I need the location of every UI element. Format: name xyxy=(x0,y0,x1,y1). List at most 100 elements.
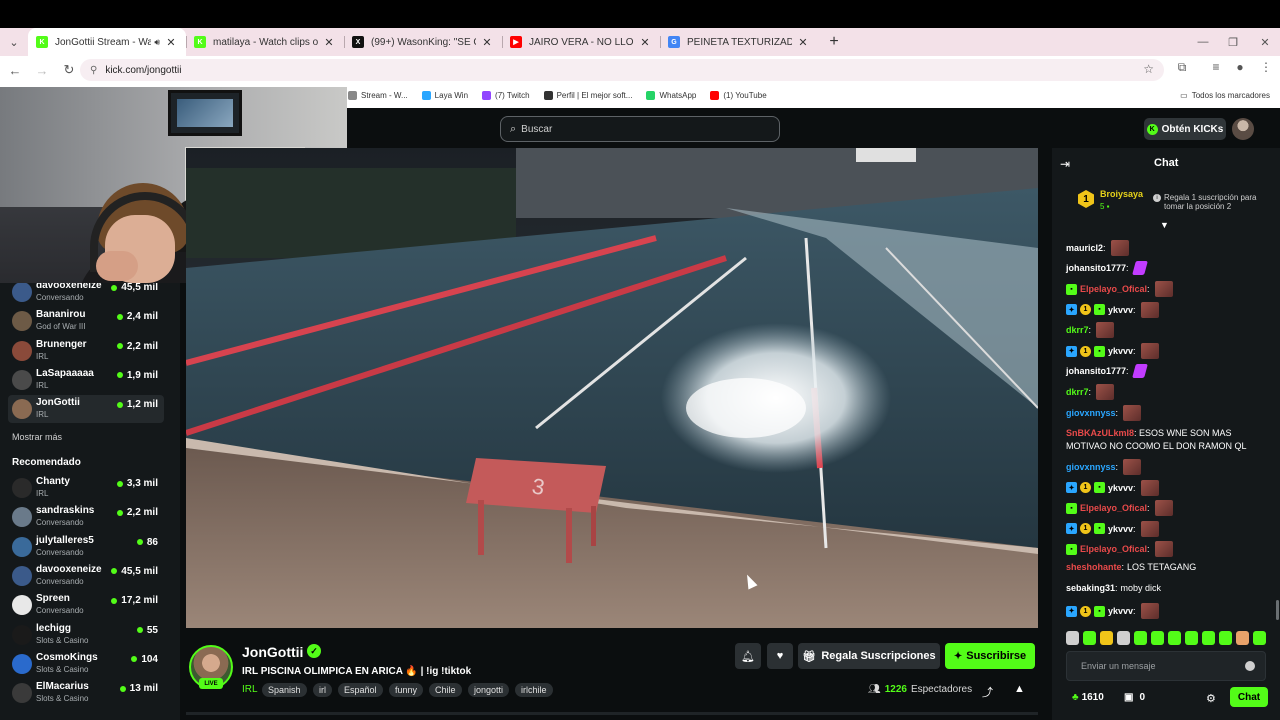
site-info-icon[interactable]: ⚲ xyxy=(90,65,97,76)
quick-emote-icon[interactable] xyxy=(1134,631,1147,645)
media-controls-icon[interactable]: ≡ xyxy=(1206,60,1226,74)
chat-message[interactable]: sheshohante: LOS TETAGANG xyxy=(1066,562,1196,572)
tab-close-icon[interactable]: ✕ xyxy=(480,36,494,49)
bookmark-item[interactable]: Laya Win xyxy=(421,91,468,100)
chat-message[interactable]: ▪ Elpelayo_Ofical: xyxy=(1066,281,1173,298)
show-more-link[interactable]: Mostrar más xyxy=(12,432,62,442)
quick-emote-icon[interactable] xyxy=(1185,631,1198,645)
expand-chevron-icon[interactable]: ▼ xyxy=(1160,220,1169,230)
bookmark-item[interactable]: Stream - W... xyxy=(348,91,408,100)
window-close-icon[interactable]: ✕ xyxy=(1250,28,1280,56)
chat-username[interactable]: ykvvv xyxy=(1108,524,1133,534)
share-icon[interactable]: ⤴ xyxy=(982,684,993,700)
chat-message[interactable]: giovxnnyss: xyxy=(1066,459,1142,475)
chat-message-input[interactable]: Enviar un mensaje xyxy=(1066,651,1266,681)
collapse-chat-icon[interactable]: ⇥ xyxy=(1060,157,1070,171)
chat-message[interactable]: johansito1777: xyxy=(1066,260,1148,275)
quick-emote-icon[interactable] xyxy=(1168,631,1181,645)
chat-message[interactable]: ▪ Elpelayo_Ofical: xyxy=(1066,500,1173,517)
bookmark-item[interactable]: (7) Twitch xyxy=(482,91,530,100)
browser-menu-icon[interactable]: ⋮ xyxy=(1256,60,1276,74)
chat-message[interactable]: dkrr7: xyxy=(1066,322,1115,339)
chat-message[interactable]: ✦ 1 ▪ ykvvv: xyxy=(1066,479,1159,496)
chat-username[interactable]: johansito1777 xyxy=(1066,263,1126,273)
extensions-icon[interactable]: ⧉ xyxy=(1172,60,1192,75)
chat-message[interactable]: ✦ 1 ▪ ykvvv: xyxy=(1066,343,1159,359)
sidebar-channel[interactable]: Brunenger IRL 2,2 mil xyxy=(8,337,164,365)
all-bookmarks-button[interactable]: ▭ Todos los marcadores xyxy=(1180,91,1270,100)
stream-tag[interactable]: jongotti xyxy=(468,683,510,697)
quick-emote-icon[interactable] xyxy=(1117,631,1130,645)
chat-username[interactable]: giovxnnyss xyxy=(1066,408,1116,418)
quick-emote-icon[interactable] xyxy=(1219,631,1232,645)
tab-close-icon[interactable]: ✕ xyxy=(322,36,336,49)
kicks-balance[interactable]: ♣ 1610 xyxy=(1072,692,1104,703)
sidebar-channel[interactable]: LaSapaaaaa IRL 1,9 mil xyxy=(8,366,164,394)
follow-heart-icon[interactable]: ♥ xyxy=(767,643,793,669)
chat-username[interactable]: dkrr7 xyxy=(1066,387,1089,397)
chat-username[interactable]: johansito1777 xyxy=(1066,366,1126,376)
tab-search-button[interactable]: ⌄ xyxy=(0,28,28,56)
search-input[interactable]: ⌕ Buscar xyxy=(500,116,780,142)
quick-emote-icon[interactable] xyxy=(1151,631,1164,645)
sidebar-channel[interactable]: JonGottii IRL 1,2 mil xyxy=(8,395,164,424)
chat-username[interactable]: mauricl2 xyxy=(1066,243,1103,253)
tab-close-icon[interactable]: ✕ xyxy=(164,36,178,49)
new-tab-button[interactable]: + xyxy=(822,28,846,56)
chat-message[interactable]: ▪ Elpelayo_Ofical: xyxy=(1066,541,1173,558)
quick-emote-icon[interactable] xyxy=(1083,631,1096,645)
browser-tab[interactable]: X (99+) WasonKing: "SE CORTA EL ✕ xyxy=(344,28,502,56)
stream-tag[interactable]: funny xyxy=(389,683,424,697)
gift-subs-button[interactable]: 🎁︎ Regala Suscripciones xyxy=(798,643,940,669)
sidebar-channel[interactable]: lechigg Slots & Casino 55 xyxy=(8,621,164,649)
bookmark-item[interactable]: (1) YouTube xyxy=(710,91,767,100)
browser-tab[interactable]: ▶ JAIRO VERA - NO LLORES - YouTube ✕ xyxy=(502,28,660,56)
browser-tab[interactable]: G PEINETA TEXTURIZADORA - Bu ✕ xyxy=(660,28,818,56)
gifts-balance[interactable]: ▣ 0 xyxy=(1124,692,1145,703)
chat-message[interactable]: ✦ 1 ▪ ykvvv: xyxy=(1066,520,1159,537)
bookmark-item[interactable]: WhatsApp xyxy=(646,91,696,100)
chat-username[interactable]: sheshohante xyxy=(1066,562,1122,572)
sidebar-channel[interactable]: sandraskins Conversando 2,2 mil xyxy=(8,503,164,531)
chat-username[interactable]: ykvvv xyxy=(1108,606,1133,616)
chat-scrollbar[interactable] xyxy=(1276,600,1279,620)
chat-message[interactable]: johansito1777: xyxy=(1066,363,1148,378)
chat-username[interactable]: Elpelayo_Ofical xyxy=(1080,284,1147,294)
sidebar-channel[interactable]: julytalleres5 Conversando 86 xyxy=(8,533,164,561)
report-icon[interactable]: ▲ xyxy=(1014,683,1025,695)
chat-username[interactable]: ykvvv xyxy=(1108,483,1133,493)
emoji-picker-icon[interactable] xyxy=(1245,661,1255,671)
tab-close-icon[interactable]: ✕ xyxy=(796,36,810,49)
browser-tab[interactable]: Kmatilaya - Watch clips on Kick ✕ xyxy=(186,28,344,56)
chat-message[interactable]: mauricl2: xyxy=(1066,240,1129,256)
forward-icon[interactable]: → xyxy=(30,58,54,82)
video-player[interactable]: 3 xyxy=(186,148,1038,628)
chat-message[interactable]: dkrr7: xyxy=(1066,384,1115,401)
tab-close-icon[interactable]: ✕ xyxy=(638,36,652,49)
chat-username[interactable]: Elpelayo_Ofical xyxy=(1080,544,1147,554)
restore-icon[interactable]: ❐ xyxy=(1218,28,1248,56)
chat-username[interactable]: ykvvv xyxy=(1108,305,1133,315)
chat-username[interactable]: sebaking31 xyxy=(1066,583,1115,593)
stream-tag[interactable]: Chile xyxy=(429,683,462,697)
gift-leaderboard[interactable]: 1 Broiysaya 5 ▪ i Regala 1 suscripción p… xyxy=(1066,182,1272,218)
sidebar-channel[interactable]: Chanty IRL 3,3 mil xyxy=(8,474,164,502)
browser-tab[interactable]: K JonGottii Stream - Watch Live🔊︎ ✕ xyxy=(28,28,186,56)
stream-tag[interactable]: Español xyxy=(338,683,383,697)
chat-message[interactable]: giovxnnyss: xyxy=(1066,404,1142,421)
chat-send-button[interactable]: Chat xyxy=(1230,687,1268,707)
tab-audio-icon[interactable]: 🔊︎ xyxy=(154,37,160,48)
chat-message[interactable]: sebaking31: moby dick xyxy=(1066,583,1161,593)
sidebar-channel[interactable]: Bananirou God of War III 2,4 mil xyxy=(8,307,164,335)
streamer-name[interactable]: JonGottii xyxy=(242,644,303,660)
chat-username[interactable]: dkrr7 xyxy=(1066,325,1089,335)
reload-icon[interactable]: ↻ xyxy=(57,58,81,82)
quick-emote-icon[interactable] xyxy=(1100,631,1113,645)
chat-message[interactable]: ✦ 1 ▪ ykvvv: xyxy=(1066,603,1159,620)
sidebar-channel[interactable]: CosmoKings Slots & Casino 104 xyxy=(8,650,164,678)
stream-tag[interactable]: Spanish xyxy=(262,683,307,697)
quick-emote-icon[interactable] xyxy=(1253,631,1266,645)
profile-icon[interactable]: ● xyxy=(1230,60,1250,74)
chat-settings-icon[interactable]: ⚙ xyxy=(1206,692,1216,705)
subscribe-button[interactable]: ✦ Suscribirse xyxy=(945,643,1035,669)
